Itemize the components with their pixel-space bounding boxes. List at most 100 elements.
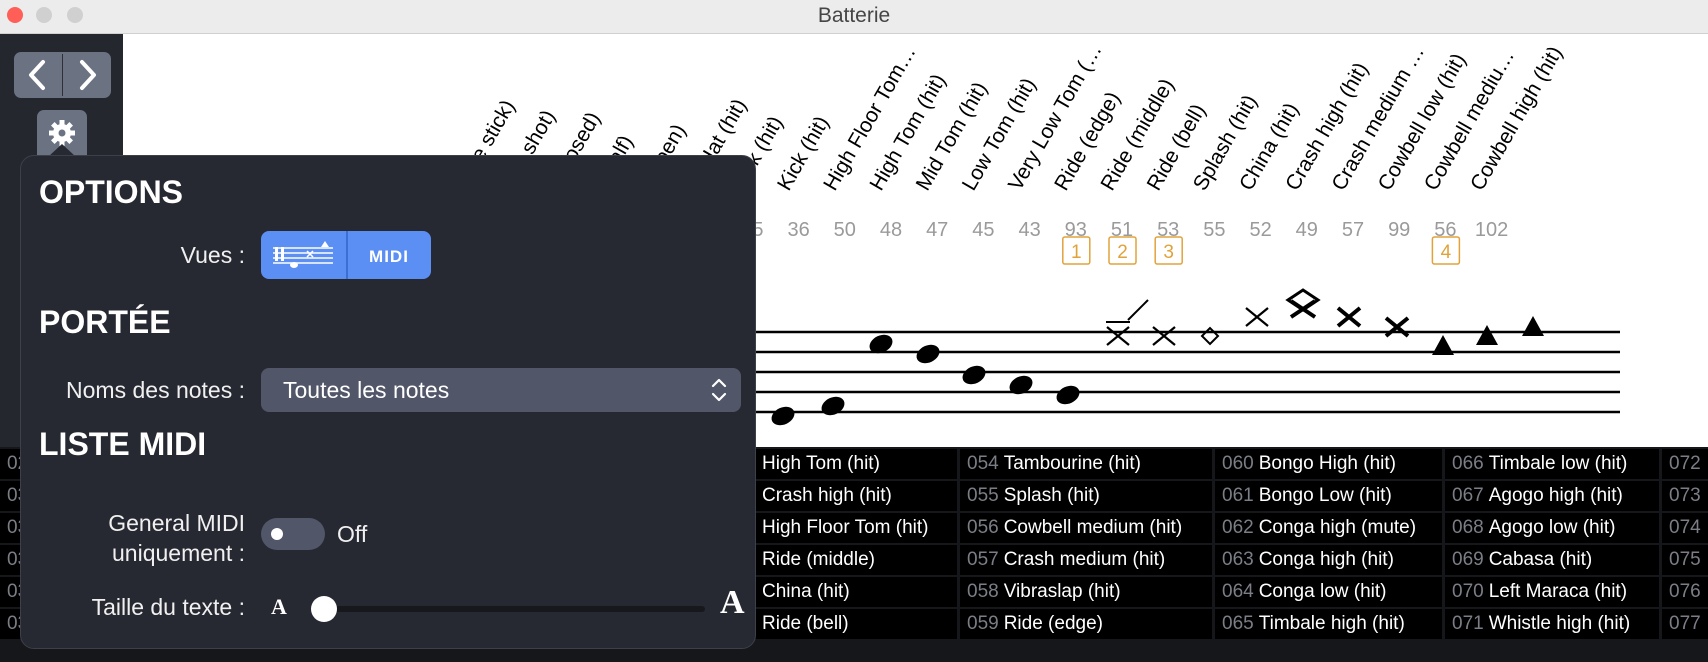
- note-head: [1336, 306, 1362, 328]
- views-segmented-control[interactable]: MIDI: [261, 231, 431, 279]
- notation-view-button[interactable]: [261, 231, 346, 279]
- midi-table-cell[interactable]: China (hit): [755, 577, 957, 607]
- articulation-marker-label: 2: [1117, 242, 1128, 263]
- text-size-slider-track[interactable]: [327, 606, 705, 612]
- chevron-right-icon: [80, 60, 96, 90]
- general-midi-label-line2: uniquement :: [112, 540, 245, 566]
- midi-note-number: 076: [1669, 581, 1701, 602]
- midi-note-number: 066: [1452, 453, 1484, 474]
- midi-table-cell[interactable]: 056 Cowbell medium (hit): [960, 513, 1212, 543]
- title-bar: Batterie: [0, 0, 1708, 34]
- midi-table-cell[interactable]: 064 Conga low (hit): [1215, 577, 1442, 607]
- midi-note-number: 070: [1452, 581, 1484, 602]
- midi-instrument-name: Left Maraca (hit): [1488, 581, 1628, 602]
- note-names-select[interactable]: Toutes les notes: [261, 368, 741, 412]
- note-head: [771, 406, 795, 426]
- staff: [753, 288, 1620, 426]
- midi-note-number: 065: [1222, 613, 1254, 634]
- articulation-marker-label: 4: [1441, 242, 1452, 263]
- midi-table-cell[interactable]: 067 Agogo high (hit): [1445, 481, 1659, 511]
- note-head: [1200, 326, 1220, 346]
- midi-table-cell[interactable]: 072: [1662, 449, 1708, 479]
- previous-button[interactable]: [14, 52, 62, 98]
- midi-instrument-name: China (hit): [762, 581, 850, 602]
- midi-note-number: 068: [1452, 517, 1484, 538]
- note-head: [962, 365, 986, 385]
- note-head: [1056, 385, 1080, 405]
- midi-instrument-name: Ride (bell): [762, 613, 849, 634]
- midi-table-cell[interactable]: 062 Conga high (mute): [1215, 513, 1442, 543]
- midi-table-cell[interactable]: 055 Splash (hit): [960, 481, 1212, 511]
- midi-table-cell[interactable]: High Tom (hit): [755, 449, 957, 479]
- midi-note-number: 071: [1452, 613, 1484, 634]
- midi-note-number: 059: [967, 613, 999, 634]
- midi-table-cell[interactable]: 054 Tambourine (hit): [960, 449, 1212, 479]
- instrument-midi-number: 47: [926, 219, 948, 241]
- instrument-midi-number: 49: [1296, 219, 1318, 241]
- chevron-left-icon: [29, 60, 45, 90]
- note-names-value: Toutes les notes: [283, 377, 450, 403]
- midi-table-cell[interactable]: 057 Crash medium (hit): [960, 545, 1212, 575]
- note-head: [821, 396, 845, 416]
- instrument-midi-number: 43: [1018, 219, 1040, 241]
- instrument-midi-number: 48: [880, 219, 902, 241]
- navigation-group: [14, 52, 111, 98]
- note-head: [1476, 325, 1498, 345]
- note-head: [1522, 316, 1544, 336]
- midi-table-cell[interactable]: 061 Bongo Low (hit): [1215, 481, 1442, 511]
- articulation-marker-label: 3: [1163, 242, 1174, 263]
- midi-note-number: 062: [1222, 517, 1254, 538]
- note-head: [1106, 326, 1130, 346]
- midi-table-cell[interactable]: 065 Timbale high (hit): [1215, 609, 1442, 639]
- accent-mark: [1127, 299, 1149, 321]
- midi-table-cell[interactable]: 059 Ride (edge): [960, 609, 1212, 639]
- instrument-midi-number: 50: [834, 219, 856, 241]
- midi-instrument-name: Timbale high (hit): [1258, 613, 1405, 634]
- midi-table-cell[interactable]: 063 Conga high (hit): [1215, 545, 1442, 575]
- midi-table-cell[interactable]: 060 Bongo High (hit): [1215, 449, 1442, 479]
- midi-instrument-name: Cowbell medium (hit): [1003, 517, 1183, 538]
- midi-table-cell[interactable]: 070 Left Maraca (hit): [1445, 577, 1659, 607]
- options-heading: OPTIONS: [39, 174, 184, 210]
- midi-note-number: 075: [1669, 549, 1701, 570]
- midi-note-number: 054: [967, 453, 999, 474]
- midi-table-cell[interactable]: 066 Timbale low (hit): [1445, 449, 1659, 479]
- note-head: [1152, 326, 1176, 346]
- text-size-slider-thumb[interactable]: [311, 596, 337, 622]
- next-button[interactable]: [63, 52, 111, 98]
- midi-table-cell[interactable]: 076: [1662, 577, 1708, 607]
- staff-heading: PORTÉE: [39, 304, 171, 340]
- staff-notation-icon: [273, 241, 333, 268]
- midi-note-number: 073: [1669, 485, 1701, 506]
- midi-instrument-name: Vibraslap (hit): [1003, 581, 1121, 602]
- articulation-marker-label: 1: [1071, 242, 1082, 263]
- general-midi-toggle[interactable]: [261, 518, 325, 550]
- midi-note-number: 072: [1669, 453, 1701, 474]
- midi-note-number: 058: [967, 581, 999, 602]
- midi-table-cell[interactable]: 077: [1662, 609, 1708, 639]
- midi-table-cell[interactable]: Crash high (hit): [755, 481, 957, 511]
- text-size-small-icon: A: [271, 594, 287, 619]
- midi-table-cell[interactable]: 068 Agogo low (hit): [1445, 513, 1659, 543]
- midi-table-cell[interactable]: Ride (bell): [755, 609, 957, 639]
- window-title: Batterie: [817, 4, 891, 27]
- midi-logo-icon: MIDI: [369, 247, 408, 266]
- midi-note-number: 061: [1222, 485, 1254, 506]
- instrument-midi-number: 36: [787, 219, 809, 241]
- midi-table-cell[interactable]: Ride (middle): [755, 545, 957, 575]
- midi-instrument-name: Crash high (hit): [762, 485, 892, 506]
- midi-table-cell[interactable]: 073: [1662, 481, 1708, 511]
- midi-table-cell[interactable]: 074: [1662, 513, 1708, 543]
- midi-view-button[interactable]: MIDI: [348, 231, 431, 279]
- midi-note-number: 063: [1222, 549, 1254, 570]
- note-head: [916, 344, 940, 364]
- instrument-midi-number: 55: [1203, 219, 1225, 241]
- midi-table-cell[interactable]: 071 Whistle high (hit): [1445, 609, 1659, 639]
- midi-table-cell[interactable]: High Floor Tom (hit): [755, 513, 957, 543]
- midi-table-cell[interactable]: 069 Cabasa (hit): [1445, 545, 1659, 575]
- midi-table-cell[interactable]: 058 Vibraslap (hit): [960, 577, 1212, 607]
- midi-note-number: 057: [967, 549, 999, 570]
- midi-instrument-name: Timbale low (hit): [1488, 453, 1628, 474]
- midi-note-number: 069: [1452, 549, 1484, 570]
- midi-table-cell[interactable]: 075: [1662, 545, 1708, 575]
